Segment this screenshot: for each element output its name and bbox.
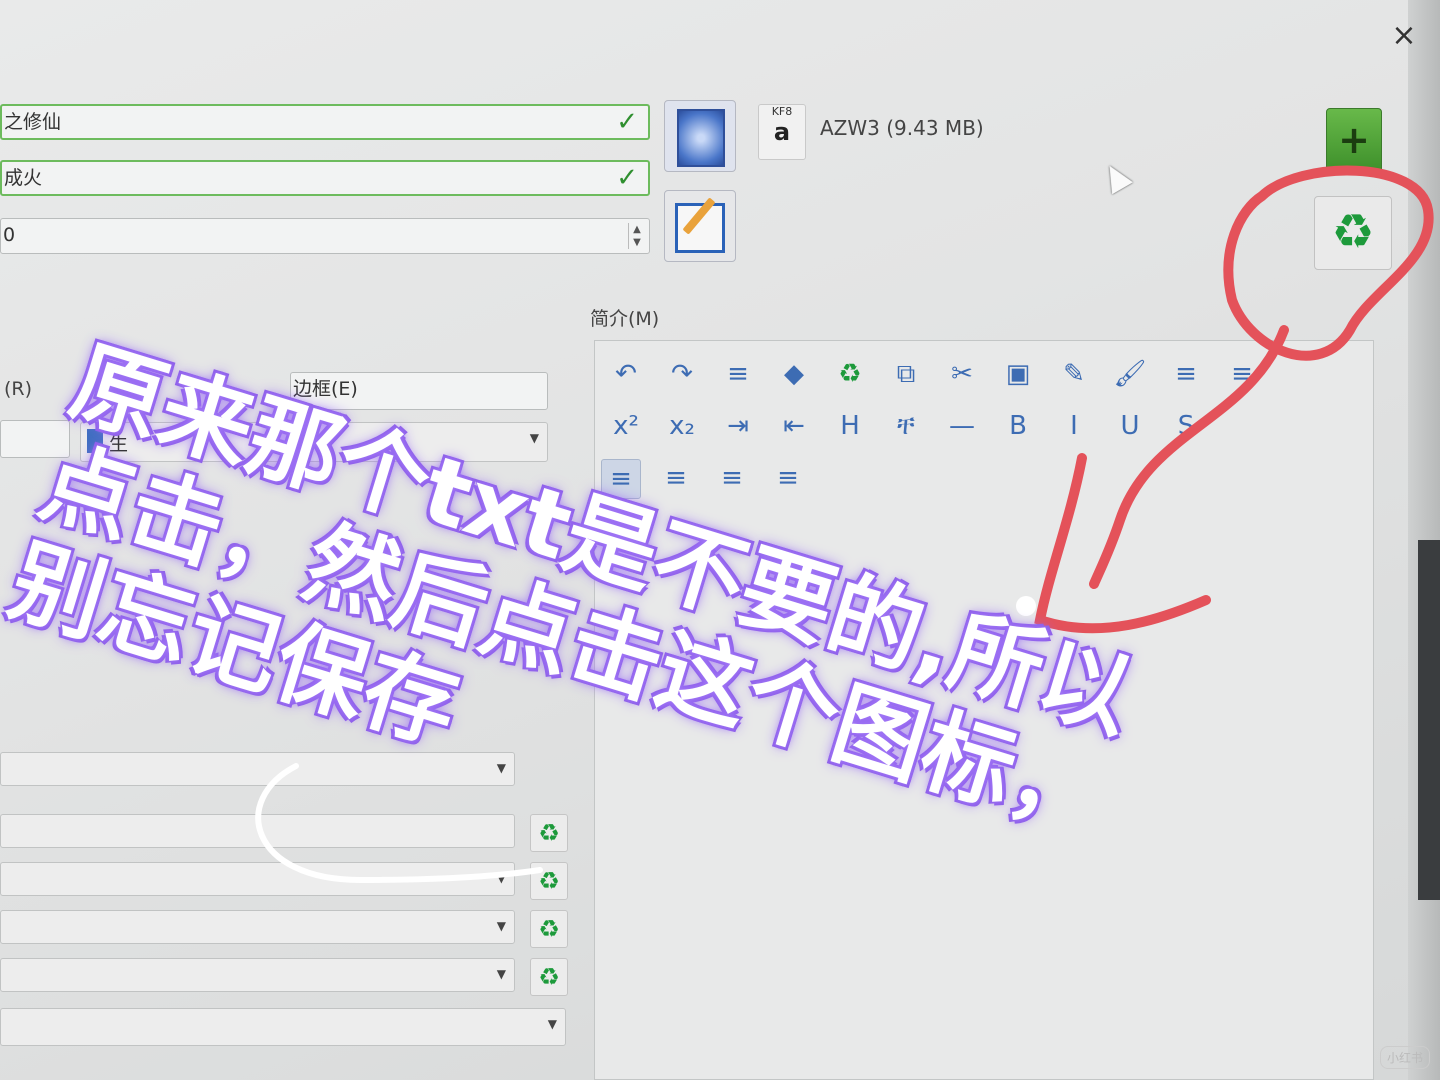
white-swoosh [255, 763, 543, 884]
red-arrow-stroke [1089, 325, 1289, 589]
watermark: 小红书 [1380, 1046, 1431, 1069]
red-circle-annotation [1223, 165, 1434, 361]
red-arrowhead [1034, 453, 1211, 634]
